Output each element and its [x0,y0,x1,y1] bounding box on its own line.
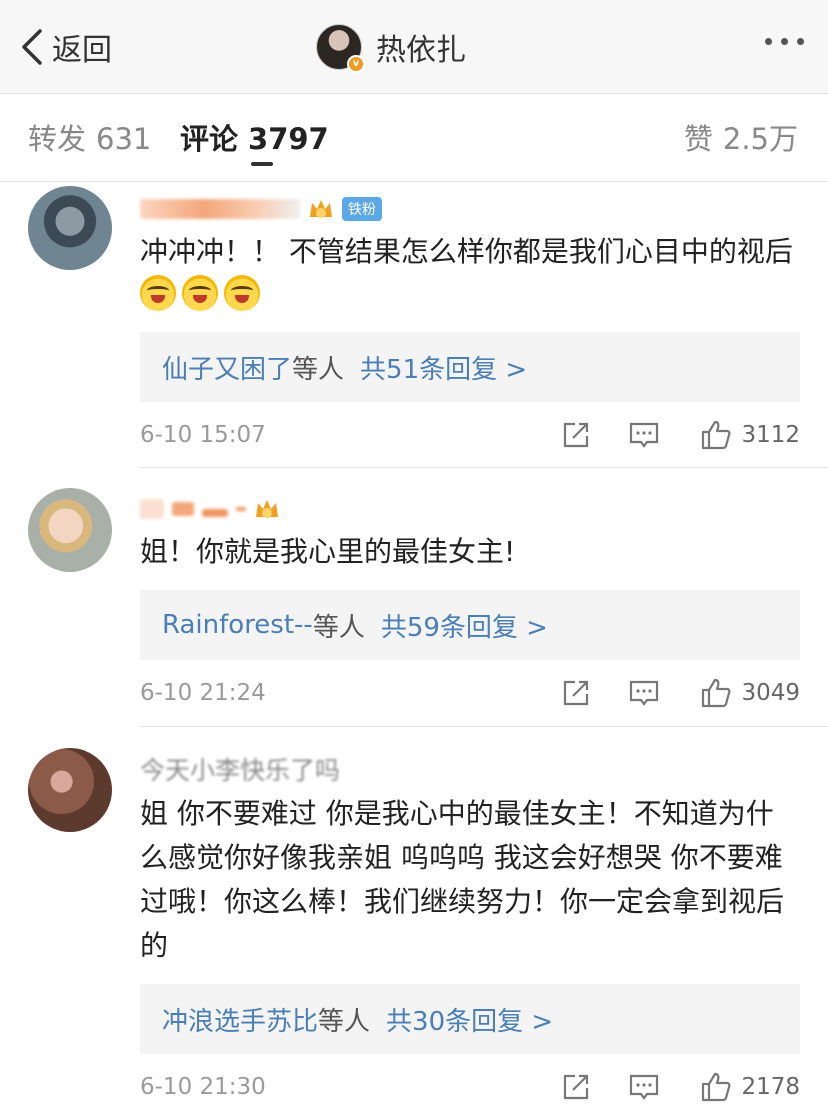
like-count: 3112 [741,422,800,448]
comment-username[interactable] [140,492,800,526]
username-blurred [236,507,246,511]
comment-meta: 6-10 21:30 2178 [140,1054,800,1106]
fan-badge: 铁粉 [342,197,382,221]
verified-badge: v [347,55,365,73]
like-icon [702,420,731,450]
comment-text: 姐！你就是我心里的最佳女主! [140,535,516,568]
reply-count[interactable]: 共30条回复 > [386,1001,553,1038]
crown-icon [308,197,334,221]
comment-time: 6-10 21:30 [140,1074,266,1100]
comment-username[interactable]: 今天小李快乐了吗 [140,752,800,786]
comment-icon[interactable] [627,676,661,710]
comment-icon[interactable] [627,1070,661,1104]
chevron-left-icon [22,29,42,65]
tab-likes-count: 2.5万 [722,122,798,156]
username-blurred [172,502,194,516]
comment-icon[interactable] [627,418,661,452]
username-blurred [202,509,228,517]
more-icon[interactable] [765,38,804,45]
laughing-crying-emoji-icon [224,275,260,311]
share-icon[interactable] [559,676,593,710]
comment-meta: 6-10 21:24 3049 [140,660,800,730]
tab-comments[interactable]: 评论 3797 [180,116,329,166]
comment-username[interactable]: 铁粉 [140,192,800,226]
laughing-crying-emoji-icon [140,275,176,311]
comment-item: 铁粉 冲冲冲！！ 不管结果怎么样你都是我们心目中的视后 仙子又困了 等人 共51条回… [0,186,828,468]
active-tab-indicator [251,162,273,166]
reply-others: 等人 [292,354,345,385]
reply-count[interactable]: 共51条回复 > [360,349,527,386]
comment-text-content: 冲冲冲！！ 不管结果怎么样你都是我们心目中的视后 [140,235,793,268]
nav-bar: 返回 v 热依扎 [0,0,828,94]
reply-preview[interactable]: Rainforest-- 等人 共59条回复 > [140,590,800,660]
reply-count[interactable]: 共59条回复 > [381,607,548,644]
reply-others: 等人 [318,1006,371,1037]
like-icon [702,1072,731,1102]
like-count: 3049 [741,680,800,706]
laughing-crying-emoji-icon [182,275,218,311]
comment-time: 6-10 15:07 [140,422,266,448]
like-button[interactable]: 3049 [699,676,800,710]
like-icon [702,678,731,708]
avatar[interactable] [28,488,112,572]
divider [140,726,828,727]
back-button[interactable]: 返回 [18,22,112,72]
tab-comments-label: 评论 [180,122,239,156]
comment-meta: 6-10 15:07 3112 [140,402,800,472]
share-icon[interactable] [559,1070,593,1104]
tab-forward-count: 631 [96,122,152,156]
nav-profile[interactable]: v 热依扎 [316,22,466,73]
avatar[interactable] [28,748,112,832]
tab-likes[interactable]: 赞 2.5万 [684,116,798,158]
reply-preview[interactable]: 仙子又困了 等人 共51条回复 > [140,332,800,402]
username-blurred [140,199,300,219]
back-label: 返回 [52,33,112,68]
tab-likes-label: 赞 [683,122,713,156]
comment-text: 姐 你不要难过 你是我心中的最佳女主！不知道为什么感觉你好像我亲姐 呜呜呜 我这… [140,797,785,962]
divider [140,467,828,468]
tab-comments-count: 3797 [248,122,329,156]
tab-bar: 转发 631 评论 3797 赞 2.5万 [0,94,828,182]
reply-author[interactable]: 冲浪选手苏比 [162,1001,318,1038]
username[interactable]: 今天小李快乐了吗 [140,751,340,787]
comment-item: 今天小李快乐了吗 姐 你不要难过 你是我心中的最佳女主！不知道为什么感觉你好像我… [0,748,828,1106]
tab-forward-label: 转发 [28,122,87,156]
like-count: 2178 [741,1074,800,1100]
page-title: 热依扎 [376,33,466,68]
avatar[interactable] [28,186,112,270]
comment-text: 冲冲冲！！ 不管结果怎么样你都是我们心目中的视后 [140,230,800,318]
comment-time: 6-10 21:24 [140,680,266,706]
comment-item: 姐！你就是我心里的最佳女主! Rainforest-- 等人 共59条回复 > 6-… [0,488,828,728]
tab-forward[interactable]: 转发 631 [28,116,151,158]
reply-preview[interactable]: 冲浪选手苏比 等人 共30条回复 > [140,984,800,1054]
like-button[interactable]: 2178 [699,1070,800,1104]
reply-author[interactable]: 仙子又困了 [162,349,292,386]
crown-icon [254,497,280,521]
share-icon[interactable] [559,418,593,452]
avatar[interactable]: v [316,24,365,73]
username-blurred [140,499,164,519]
like-button[interactable]: 3112 [699,418,800,452]
reply-others: 等人 [312,612,365,643]
reply-author[interactable]: Rainforest-- [162,610,313,640]
